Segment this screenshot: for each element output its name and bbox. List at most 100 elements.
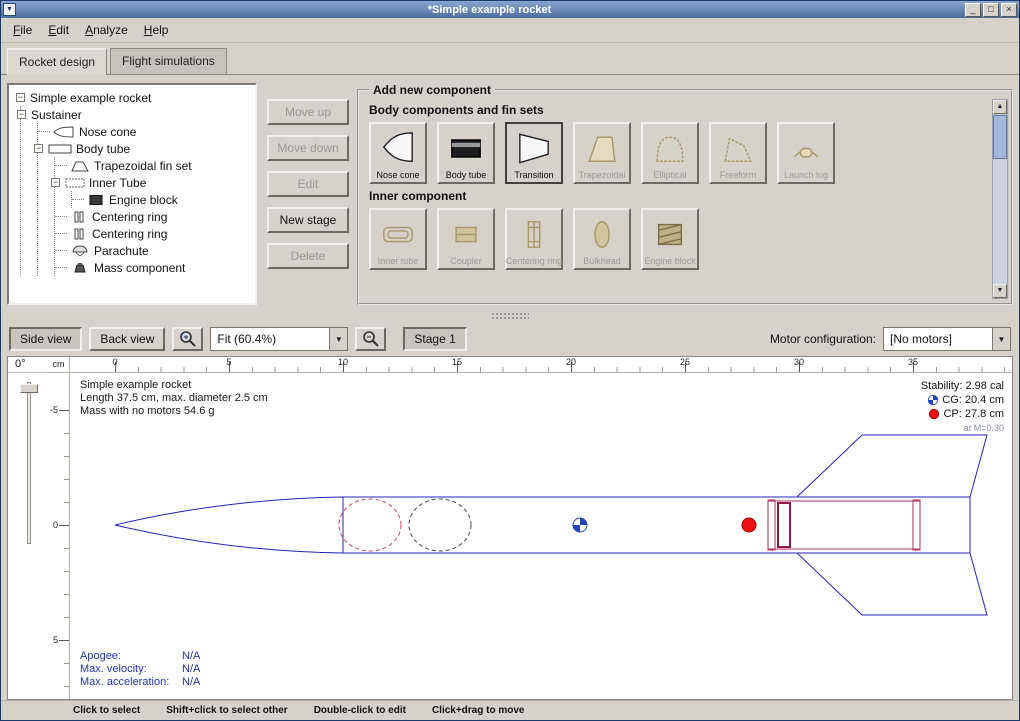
ruler-label: 0 [53, 520, 58, 530]
component-button-label: Engine block [644, 256, 696, 266]
component-button-label: Coupler [450, 256, 482, 266]
freeform-fin-icon [721, 127, 755, 170]
menu-help[interactable]: Help [136, 20, 177, 40]
motor-configuration-label: Motor configuration: [770, 332, 876, 346]
component-button-label: Centering ring [506, 256, 563, 266]
inner-tube-icon [381, 213, 415, 256]
component-button-label: Transition [514, 170, 553, 180]
new-stage-button[interactable]: New stage [267, 207, 349, 233]
title-bar[interactable]: ▼ *Simple example rocket _ □ × [1, 1, 1019, 18]
body-tube-icon [449, 127, 483, 170]
collapse-icon[interactable]: − [34, 144, 43, 153]
transition-icon [517, 127, 551, 170]
tree-item-nose-cone[interactable]: Nose cone [49, 123, 253, 140]
rocket-name: Simple example rocket [80, 379, 268, 392]
magnifier-minus-icon [361, 329, 381, 349]
chevron-down-icon[interactable]: ▼ [992, 328, 1010, 350]
mach-note: at M=0.30 [921, 421, 1004, 435]
slider-thumb[interactable] [20, 384, 38, 393]
rotation-slider [8, 373, 48, 699]
motor-configuration-select[interactable]: [No motors] ▼ [883, 327, 1011, 351]
nose-cone-icon [381, 127, 415, 170]
max-acceleration-label: Max. acceleration: [80, 676, 182, 689]
cg-icon [927, 394, 939, 406]
tree-item-inner-tube[interactable]: − Inner Tube [66, 174, 253, 191]
window-menu-icon[interactable]: ▼ [3, 3, 16, 16]
chevron-down-icon[interactable]: ▼ [329, 328, 347, 350]
zoom-select[interactable]: Fit (60.4%) ▼ [210, 327, 348, 351]
stability-info: Stability: 2.98 cal CG: 20.4 cm CP: 27.8… [921, 379, 1004, 435]
scroll-down-icon[interactable]: ▼ [993, 284, 1007, 298]
maximize-button[interactable]: □ [983, 3, 999, 17]
menu-bar: File Edit Analyze Help [1, 18, 1019, 43]
max-acceleration-value: N/A [182, 676, 200, 689]
tab-flight-simulations[interactable]: Flight simulations [110, 48, 227, 74]
fin-icon [70, 160, 90, 172]
max-velocity-label: Max. velocity: [80, 663, 182, 676]
tree-item-rocket[interactable]: − Simple example rocket [15, 89, 253, 106]
menu-edit[interactable]: Edit [40, 20, 77, 40]
body-component-buttons: Nose cone Body tube Transition Trapezoid… [369, 122, 1001, 184]
rocket-canvas[interactable]: Simple example rocket Length 37.5 cm, ma… [70, 373, 1012, 699]
menu-analyze[interactable]: Analyze [77, 20, 136, 40]
tree-item-centering-ring-1[interactable]: Centering ring [66, 208, 253, 225]
tree-item-label: Centering ring [92, 210, 167, 224]
component-button-transition[interactable]: Transition [505, 122, 563, 184]
launch-lug-icon [789, 127, 823, 170]
component-button-label: Bulkhead [583, 256, 621, 266]
collapse-icon[interactable]: − [17, 110, 26, 119]
body-tube-icon [48, 143, 72, 155]
collapse-icon[interactable]: − [16, 93, 25, 102]
ruler-label: 0 [112, 357, 117, 367]
ruler-label: 15 [452, 357, 462, 367]
scroll-up-icon[interactable]: ▲ [993, 100, 1007, 114]
tree-item-mass-component[interactable]: Mass component [66, 259, 253, 276]
component-button-label: Inner tube [378, 256, 419, 266]
panel-splitter[interactable] [1, 309, 1019, 322]
window-title: *Simple example rocket [16, 2, 963, 18]
component-button-label: Freeform [720, 170, 757, 180]
stage-1-toggle[interactable]: Stage 1 [403, 327, 466, 351]
rotation-value: 0° [8, 357, 48, 373]
side-view-button[interactable]: Side view [9, 327, 82, 351]
component-button-launch-lug: Launch lug [777, 122, 835, 184]
zoom-out-button[interactable] [355, 327, 386, 351]
tree-item-body-tube[interactable]: − Body tube [49, 140, 253, 157]
menu-file[interactable]: File [5, 20, 40, 40]
collapse-icon[interactable]: − [51, 178, 60, 187]
hint-drag: Click+drag to move [432, 705, 525, 716]
minimize-button[interactable]: _ [965, 3, 981, 17]
trapezoidal-fin-icon [585, 127, 619, 170]
slider-track[interactable] [27, 382, 31, 544]
nose-cone-icon [53, 126, 75, 138]
component-scrollbar[interactable]: ▲ ▼ [992, 99, 1008, 299]
apogee-label: Apogee: [80, 650, 182, 663]
tree-item-sustainer[interactable]: − Sustainer [32, 106, 253, 123]
ruler-unit: cm [48, 357, 70, 373]
zoom-in-button[interactable] [172, 327, 203, 351]
design-panel: − Simple example rocket − Sustainer Nose… [1, 75, 1019, 309]
ruler-label: 30 [794, 357, 804, 367]
max-velocity-value: N/A [182, 663, 200, 676]
horizontal-ruler: 0 5 10 15 20 25 30 35 [70, 357, 1012, 373]
tree-item-centering-ring-2[interactable]: Centering ring [66, 225, 253, 242]
engine-block-icon [653, 213, 687, 256]
back-view-button[interactable]: Back view [89, 327, 165, 351]
splitter-grip-icon[interactable] [491, 312, 529, 320]
tree-item-engine-block[interactable]: Engine block [83, 191, 253, 208]
component-button-trapezoidal: Trapezoidal [573, 122, 631, 184]
ruler-label: 35 [908, 357, 918, 367]
section-inner-component: Inner component [369, 189, 1001, 203]
component-tree[interactable]: − Simple example rocket − Sustainer Nose… [7, 83, 257, 305]
view-toolbar: Side view Back view Fit (60.4%) ▼ Stage … [1, 322, 1019, 356]
component-button-label: Nose cone [376, 170, 419, 180]
scrollbar-thumb[interactable] [993, 115, 1007, 159]
ruler-label: 20 [566, 357, 576, 367]
ruler-label: 5 [226, 357, 231, 367]
tree-item-parachute[interactable]: Parachute [66, 242, 253, 259]
close-button[interactable]: × [1001, 3, 1017, 17]
component-button-body-tube[interactable]: Body tube [437, 122, 495, 184]
component-button-nose-cone[interactable]: Nose cone [369, 122, 427, 184]
tree-item-fin-set[interactable]: Trapezoidal fin set [66, 157, 253, 174]
tab-rocket-design[interactable]: Rocket design [7, 48, 107, 75]
